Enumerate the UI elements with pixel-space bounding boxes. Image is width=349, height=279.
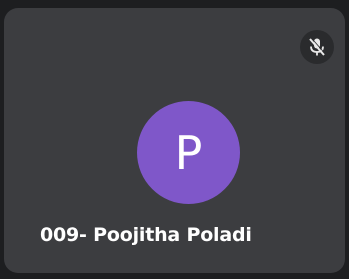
mic-off-icon (308, 37, 326, 57)
mic-status-indicator (300, 30, 334, 64)
avatar-initial: P (174, 125, 203, 180)
participant-tile[interactable]: P 009- Poojitha Poladi (4, 8, 345, 273)
participant-name: 009- Poojitha Poladi (40, 224, 252, 246)
avatar: P (137, 101, 240, 204)
